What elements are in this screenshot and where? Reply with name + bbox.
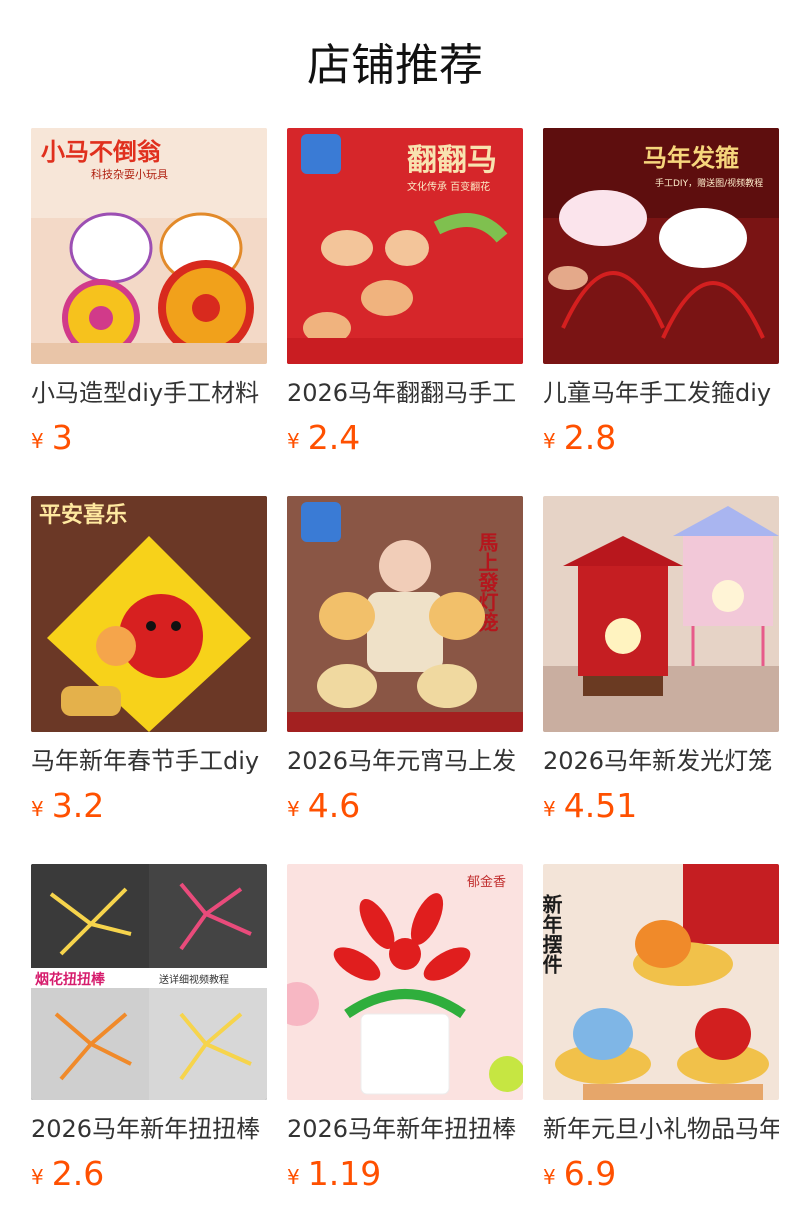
- flower-overlay-text: 郁金香: [467, 874, 506, 890]
- currency-symbol: ¥: [543, 797, 556, 821]
- ornament-overlay-text: 新年摆件: [543, 893, 563, 975]
- product-card[interactable]: 马年发箍 手工DIY，赠送图/视频教程 儿童马年手工发箍diy ¥ 2.8: [543, 128, 779, 496]
- product-name[interactable]: 马年新年春节手工diy: [31, 744, 267, 778]
- toy-overlay-sub: 科技杂耍小玩具: [91, 167, 168, 181]
- currency-symbol: ¥: [543, 1165, 556, 1189]
- pavilion-lantern-image[interactable]: [543, 496, 779, 732]
- toy-overlay-text: 小马不倒翁: [41, 138, 161, 166]
- horse-headband-image[interactable]: 马年发箍 手工DIY，赠送图/视频教程: [543, 128, 779, 364]
- price-amount: 4.51: [563, 786, 638, 825]
- red-flower-pot-image[interactable]: 郁金香: [287, 864, 523, 1100]
- product-name[interactable]: 小马造型diy手工材料: [31, 376, 267, 410]
- product-card[interactable]: 小马不倒翁 科技杂耍小玩具 小马造型diy手工材料 ¥ 3: [31, 128, 267, 496]
- product-card[interactable]: 2026马年新发光灯笼 ¥ 4.51: [543, 496, 779, 864]
- price-amount: 3: [51, 418, 73, 457]
- recommendation-page: 店铺推荐 小马不倒翁 科技杂耍小玩具 小马造型diy手工材料 ¥ 3 翻翻马 文…: [0, 0, 790, 1232]
- product-name[interactable]: 新年元旦小礼物品马年: [543, 1112, 779, 1146]
- product-card[interactable]: 烟花扭扭棒 送详细视频教程 2026马年新年扭扭棒 ¥ 2.6: [31, 864, 267, 1232]
- horse-ornament-image[interactable]: 新年摆件: [543, 864, 779, 1100]
- headband-overlay-sub: 手工DIY，赠送图/视频教程: [655, 177, 763, 189]
- product-price: ¥ 4.51: [543, 786, 637, 826]
- product-name[interactable]: 2026马年新年扭扭棒: [31, 1112, 267, 1146]
- flip-overlay-sub: 文化传承 百变翻花: [407, 180, 490, 193]
- product-price: ¥ 3.2: [31, 786, 104, 826]
- currency-symbol: ¥: [287, 429, 300, 453]
- product-price: ¥ 1.19: [287, 1154, 381, 1194]
- headband-overlay-text: 马年发箍: [643, 144, 739, 172]
- product-name[interactable]: 2026马年翻翻马手工: [287, 376, 523, 410]
- product-name[interactable]: 2026马年元宵马上发: [287, 744, 523, 778]
- currency-symbol: ¥: [31, 1165, 44, 1189]
- product-card[interactable]: 新年摆件 新年元旦小礼物品马年 ¥ 6.9: [543, 864, 779, 1232]
- price-amount: 2.6: [51, 1154, 105, 1193]
- horse-wheel-toy-image[interactable]: 小马不倒翁 科技杂耍小玩具: [31, 128, 267, 364]
- product-name[interactable]: 儿童马年手工发箍diy: [543, 376, 779, 410]
- product-card[interactable]: 馬上發灯笼 2026马年元宵马上发 ¥ 4.6: [287, 496, 523, 864]
- product-card[interactable]: 郁金香 2026马年新年扭扭棒 ¥ 1.19: [287, 864, 523, 1232]
- product-price: ¥ 2.4: [287, 418, 360, 458]
- price-amount: 2.4: [307, 418, 361, 457]
- product-card[interactable]: 平安喜乐 马年新年春节手工diy ¥ 3.2: [31, 496, 267, 864]
- price-amount: 6.9: [563, 1154, 617, 1193]
- price-amount: 4.6: [307, 786, 361, 825]
- product-price: ¥ 3: [31, 418, 73, 458]
- product-price: ¥ 2.6: [31, 1154, 104, 1194]
- firework-overlay-text: 烟花扭扭棒: [35, 971, 106, 988]
- price-amount: 2.8: [563, 418, 617, 457]
- plaque-overlay-text: 平安喜乐: [39, 502, 127, 528]
- product-card[interactable]: 翻翻马 文化传承 百变翻花 2026马年翻翻马手工 ¥ 2.4: [287, 128, 523, 496]
- currency-symbol: ¥: [31, 429, 44, 453]
- currency-symbol: ¥: [31, 797, 44, 821]
- product-name[interactable]: 2026马年新发光灯笼: [543, 744, 779, 778]
- currency-symbol: ¥: [543, 429, 556, 453]
- product-price: ¥ 4.6: [287, 786, 360, 826]
- section-title: 店铺推荐: [307, 40, 483, 91]
- firework-twist-stick-image[interactable]: 烟花扭扭棒 送详细视频教程: [31, 864, 267, 1100]
- price-amount: 3.2: [51, 786, 105, 825]
- flip-horse-craft-image[interactable]: 翻翻马 文化传承 百变翻花: [287, 128, 523, 364]
- product-price: ¥ 2.8: [543, 418, 616, 458]
- product-name[interactable]: 2026马年新年扭扭棒: [287, 1112, 523, 1146]
- product-price: ¥ 6.9: [543, 1154, 616, 1194]
- product-grid: 小马不倒翁 科技杂耍小玩具 小马造型diy手工材料 ¥ 3 翻翻马 文化传承 百…: [31, 128, 780, 1232]
- firework-overlay-sub: 送详细视频教程: [159, 973, 229, 986]
- horse-lantern-image[interactable]: 馬上發灯笼: [287, 496, 523, 732]
- currency-symbol: ¥: [287, 1165, 300, 1189]
- currency-symbol: ¥: [287, 797, 300, 821]
- flip-overlay-text: 翻翻马: [407, 143, 497, 178]
- price-amount: 1.19: [307, 1154, 382, 1193]
- peace-joy-plaque-image[interactable]: 平安喜乐: [31, 496, 267, 732]
